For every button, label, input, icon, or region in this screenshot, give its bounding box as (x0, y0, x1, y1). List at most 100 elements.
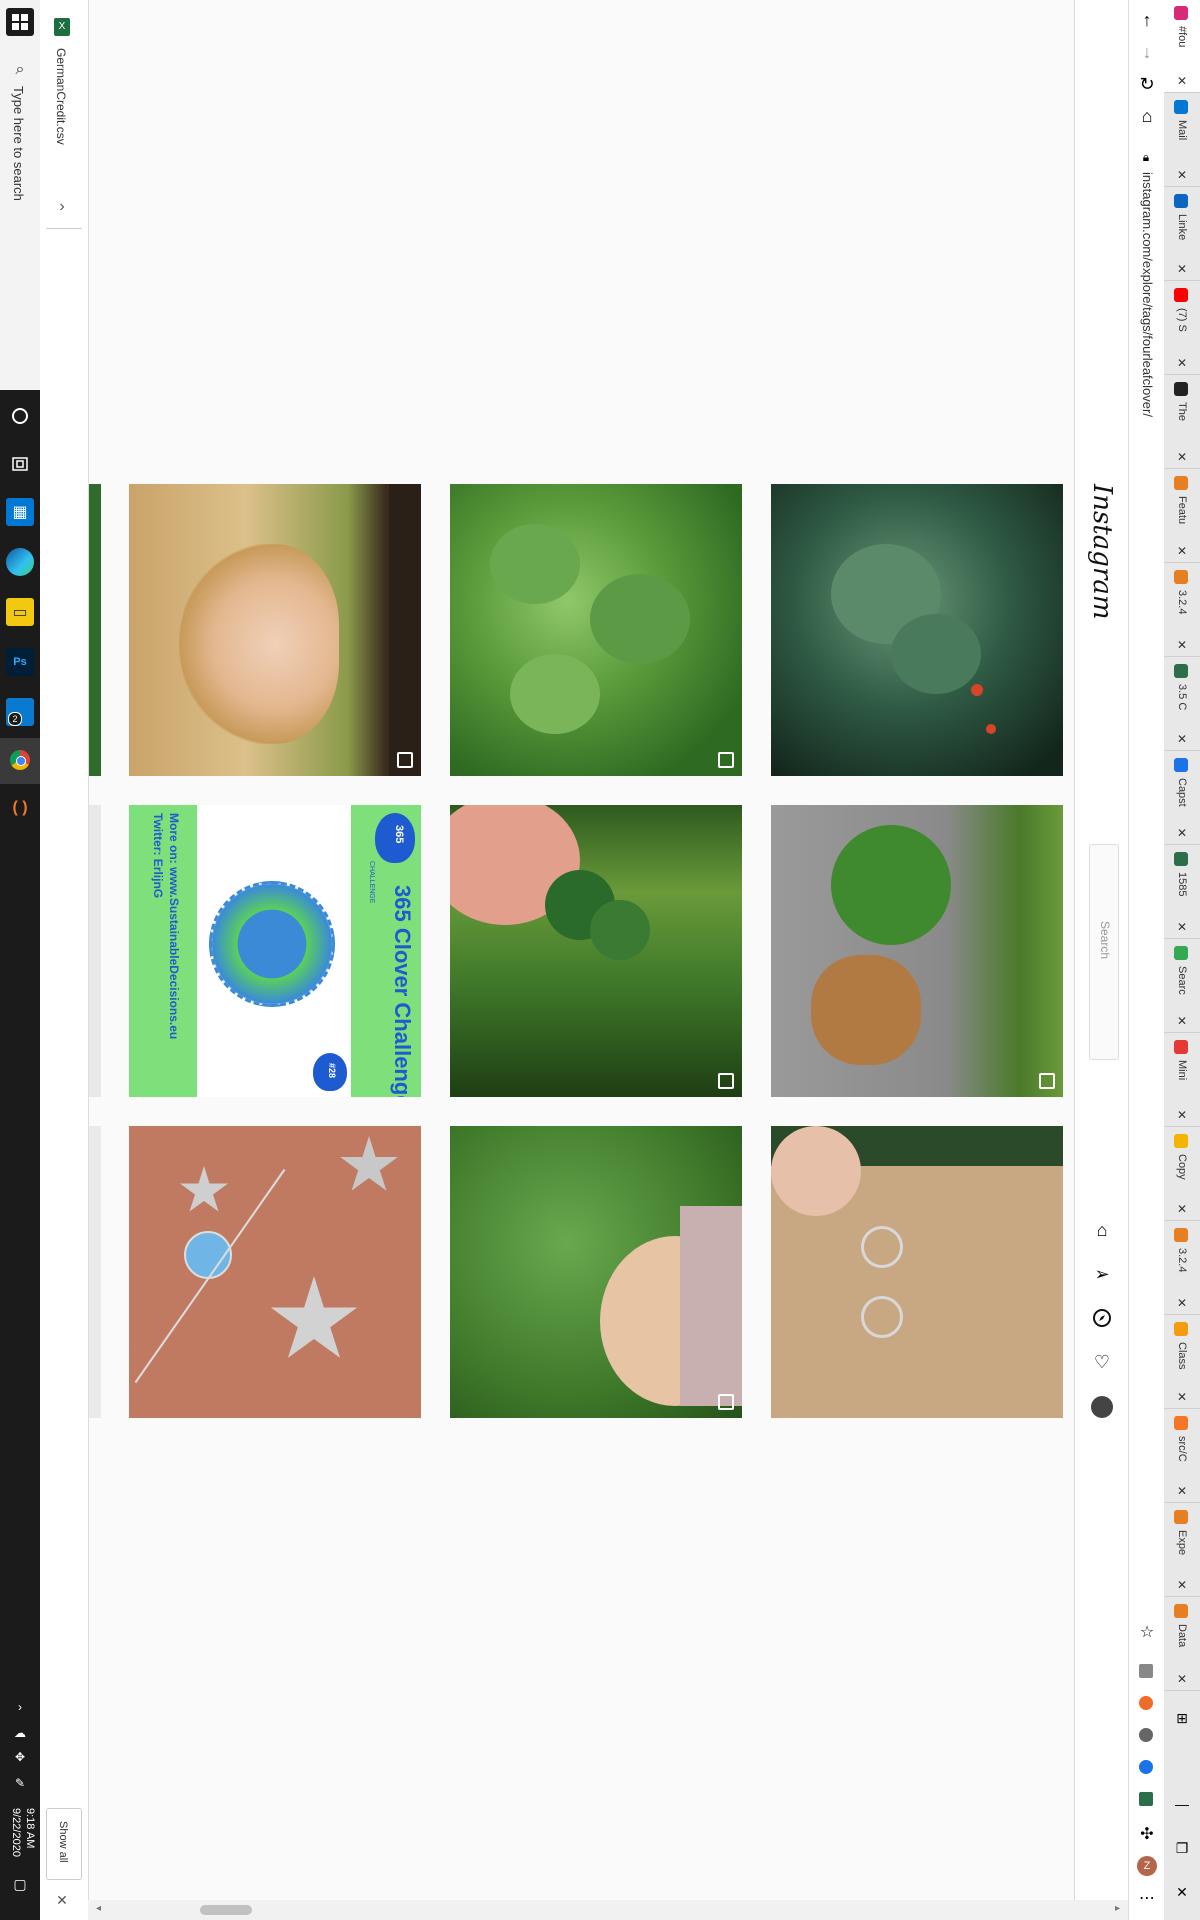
tab-close-icon[interactable]: ✕ (1175, 1296, 1189, 1310)
tab-close-icon[interactable]: ✕ (1175, 826, 1189, 840)
post-clover-leaves-grass[interactable] (450, 484, 742, 776)
extension-icon[interactable] (1139, 1728, 1153, 1742)
photoshop-icon[interactable]: Ps (6, 648, 34, 676)
browser-tab[interactable]: Mini ✕ (1164, 1034, 1200, 1127)
instagram-logo[interactable]: Instagram (1087, 484, 1117, 620)
windows-start-icon[interactable] (6, 8, 34, 36)
post-clover-earrings[interactable] (771, 1126, 1063, 1418)
show-all-button[interactable]: Show all (46, 1808, 82, 1880)
chrome-taskbar-slot[interactable] (0, 738, 40, 784)
browser-tab[interactable]: Data ✕ (1164, 1598, 1200, 1691)
post-child-in-clover[interactable] (450, 1126, 742, 1418)
chevron-up-icon[interactable]: › (10, 1700, 30, 1716)
cortana-icon[interactable] (6, 402, 34, 430)
post-clover-with-cat[interactable] (771, 805, 1063, 1097)
instagram-search-input[interactable]: Search (1089, 844, 1119, 1060)
browser-tab[interactable]: src/C ✕ (1164, 1410, 1200, 1503)
tab-close-icon[interactable]: ✕ (1175, 544, 1189, 558)
extension-icon[interactable] (1139, 1696, 1153, 1710)
browser-tab[interactable]: Copy ✕ (1164, 1128, 1200, 1221)
browser-tab[interactable]: Searc ✕ (1164, 940, 1200, 1033)
cloud-icon[interactable]: ☁ (10, 1726, 30, 1742)
restore-icon[interactable]: ❐ (1172, 1840, 1192, 1857)
dropbox-icon[interactable]: ✥ (10, 1750, 30, 1766)
tab-close-icon[interactable]: ✕ (1175, 1484, 1189, 1498)
post-clover-challenge-graphic[interactable]: 365 Clover Challenge More on: www.Sustai… (129, 805, 421, 1097)
browser-tab[interactable]: The ✕ (1164, 376, 1200, 469)
download-file-name[interactable]: GermanCredit.csv (54, 48, 68, 145)
task-view-icon[interactable] (6, 450, 34, 478)
tab-close-icon[interactable]: ✕ (1175, 638, 1189, 652)
back-arrow-icon[interactable]: ↑ (1137, 10, 1157, 31)
close-icon[interactable]: ✕ (54, 1892, 70, 1909)
window-close-icon[interactable]: ✕ (1172, 1884, 1192, 1901)
home-button-icon[interactable]: ⌂ (1137, 106, 1157, 127)
tab-close-icon[interactable]: ✕ (1175, 732, 1189, 746)
clock-date[interactable]: 9/22/2020 (10, 1808, 22, 1857)
tab-close-icon[interactable]: ✕ (1175, 920, 1189, 934)
extension-icon[interactable] (1139, 1664, 1153, 1678)
tab-close-icon[interactable]: ✕ (1175, 1390, 1189, 1404)
explore-compass-icon[interactable] (1091, 1308, 1113, 1330)
ms-store-icon[interactable]: ▦ (6, 498, 34, 526)
file-explorer-icon[interactable]: ▭ (6, 598, 34, 626)
browser-tab[interactable]: Mail ✕ (1164, 94, 1200, 187)
browser-tab[interactable]: #fou ✕ (1164, 0, 1200, 93)
post-clover-necklace-stars[interactable] (129, 1126, 421, 1418)
extension-icon[interactable] (1139, 1760, 1153, 1774)
direct-message-icon[interactable]: ➢ (1091, 1264, 1113, 1286)
tab-close-icon[interactable]: ✕ (1175, 1014, 1189, 1028)
clock-time[interactable]: 9:18 AM (24, 1808, 36, 1848)
home-icon[interactable]: ⌂ (1091, 1220, 1113, 1242)
scroll-left-arrow-icon[interactable]: ◂ (96, 1903, 101, 1914)
tab-close-icon[interactable]: ✕ (1175, 1672, 1189, 1686)
tab-close-icon[interactable]: ✕ (1175, 1202, 1189, 1216)
lock-icon[interactable]: 🔒︎ (1139, 150, 1153, 165)
scroll-right-arrow-icon[interactable]: ▸ (1115, 1903, 1120, 1914)
browser-tab[interactable]: 3.2.4 ✕ (1164, 564, 1200, 657)
browser-tab[interactable]: Featu ✕ (1164, 470, 1200, 563)
browser-tab[interactable]: 1585 ✕ (1164, 846, 1200, 939)
heart-icon[interactable]: ♡ (1091, 1352, 1113, 1374)
post-hand-holding-clover[interactable] (450, 805, 742, 1097)
tab-close-icon[interactable]: ✕ (1175, 74, 1189, 88)
jupyter-icon[interactable]: ( ) (6, 794, 34, 822)
edge-icon[interactable] (6, 548, 34, 576)
scrollbar-thumb[interactable] (200, 1905, 252, 1915)
forward-arrow-icon[interactable]: ↓ (1137, 42, 1157, 63)
browser-tab[interactable]: 3.2.4 ✕ (1164, 1222, 1200, 1315)
extension-icon[interactable] (1139, 1792, 1153, 1806)
tab-close-icon[interactable]: ✕ (1175, 262, 1189, 276)
browser-tab[interactable]: (7) S ✕ (1164, 282, 1200, 375)
tab-close-icon[interactable]: ✕ (1175, 450, 1189, 464)
taskbar-search-box[interactable]: ⌕ Type here to search (0, 0, 41, 390)
notification-center-icon[interactable]: ▢ (10, 1876, 30, 1892)
more-menu-icon[interactable]: ⋯ (1137, 1888, 1157, 1908)
post-clover-dark-red-berries[interactable] (771, 484, 1063, 776)
partial-tile[interactable] (89, 805, 101, 1097)
profile-avatar-icon[interactable]: Z (1137, 1856, 1157, 1876)
minimize-icon[interactable]: — (1172, 1796, 1192, 1812)
tab-close-icon[interactable]: ✕ (1175, 1578, 1189, 1592)
profile-avatar[interactable] (1091, 1396, 1113, 1418)
chevron-down-icon[interactable]: › (54, 198, 70, 216)
address-bar-url[interactable]: instagram.com/explore/tags/fourleafclove… (1140, 172, 1155, 417)
pen-icon[interactable]: ✎ (10, 1776, 30, 1792)
reload-icon[interactable]: ↻ (1137, 74, 1157, 95)
edge-dev-icon[interactable]: 2 (6, 698, 34, 726)
browser-tab[interactable]: Expe ✕ (1164, 1504, 1200, 1597)
tab-close-icon[interactable]: ✕ (1175, 168, 1189, 182)
bookmark-star-icon[interactable]: ☆ (1137, 1622, 1157, 1642)
tab-close-icon[interactable]: ✕ (1175, 356, 1189, 370)
browser-tab[interactable]: 3.5 C ✕ (1164, 658, 1200, 751)
new-tab-icon[interactable]: ⊞ (1172, 1710, 1192, 1730)
tab-close-icon[interactable]: ✕ (1175, 1108, 1189, 1122)
browser-tab[interactable]: Linke ✕ (1164, 188, 1200, 281)
browser-tab[interactable]: Capst ✕ (1164, 752, 1200, 845)
post-girl-with-clover[interactable] (129, 484, 421, 776)
browser-tab[interactable]: Class ✕ (1164, 1316, 1200, 1409)
partial-tile[interactable] (89, 1126, 101, 1418)
puzzle-extensions-icon[interactable]: ✣ (1137, 1824, 1157, 1844)
horizontal-scrollbar[interactable]: ◂ ▸ (88, 1900, 1128, 1920)
partial-tile[interactable] (89, 484, 101, 776)
